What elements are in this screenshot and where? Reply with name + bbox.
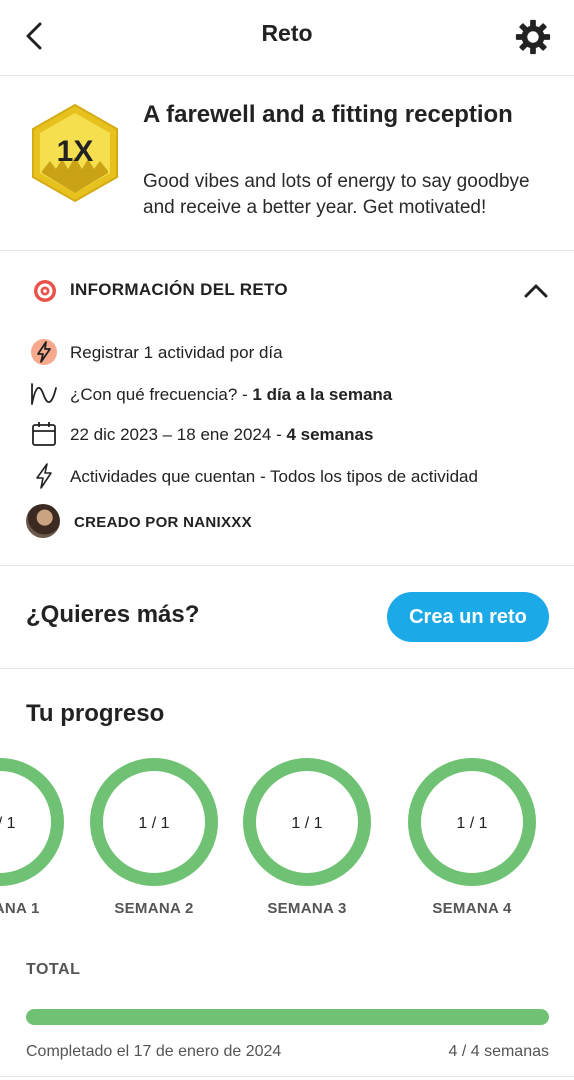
badge-label: 1X (57, 135, 94, 168)
creator-row[interactable]: CREADO POR NANIXXX (26, 504, 556, 538)
challenge-title: A farewell and a fitting reception (143, 101, 513, 128)
bolt-icon (36, 463, 52, 489)
page-title: Reto (261, 20, 313, 46)
chevron-up-icon[interactable] (521, 276, 551, 306)
info-row-bold: 1 día a la semana (252, 385, 393, 404)
challenge-header: 1X A farewell and a fitting reception Go… (0, 77, 574, 251)
week-value: 1 / 1 (291, 815, 323, 832)
info-row-text: ¿Con qué frecuencia? - (70, 385, 253, 404)
info-row-frequency: ¿Con qué frecuencia? - 1 día a la semana (26, 380, 556, 410)
week-progress-3: 1 / 1 SEMANA 3 (243, 758, 371, 918)
week-label: SEMANA 2 (114, 900, 194, 917)
challenge-info-section: INFORMACIÓN DEL RETO Registrar 1 activid… (0, 252, 574, 566)
creator-label: CREADO POR NANIXXX (74, 514, 252, 531)
info-row-activity: Registrar 1 actividad por día (26, 338, 556, 368)
week-label: SEMANA 4 (432, 900, 512, 917)
info-row-text: Actividades que cuentan - Todos los tipo… (70, 467, 478, 486)
bolt-circle-icon (31, 339, 57, 365)
info-row-activity-types: Actividades que cuentan - Todos los tipo… (26, 462, 556, 492)
week-ring: 1 / 1 (408, 758, 536, 886)
week-ring: 1 / 1 (243, 758, 371, 886)
wave-icon (31, 383, 57, 405)
week-value: 1 / 1 (0, 815, 16, 832)
weeks-count: 4 / 4 semanas (448, 1043, 550, 1060)
create-challenge-button[interactable]: Crea un reto (387, 592, 549, 642)
week-label: SEMANA 3 (267, 900, 347, 917)
gear-icon[interactable] (514, 18, 552, 56)
more-question: ¿Quieres más? (26, 601, 200, 628)
info-row-dates: 22 dic 2023 – 18 ene 2024 - 4 semanas (26, 420, 556, 450)
week-value: 1 / 1 (138, 815, 170, 832)
week-ring: 1 / 1 (0, 758, 64, 886)
create-challenge-section: ¿Quieres más? Crea un reto (0, 567, 574, 669)
challenge-badge-icon: 1X (32, 103, 118, 203)
week-progress-1: 1 / 1 SEMANA 1 (0, 758, 64, 918)
target-icon (34, 280, 56, 302)
info-heading: INFORMACIÓN DEL RETO (70, 280, 288, 299)
week-progress-4: 1 / 1 SEMANA 4 (408, 758, 536, 918)
top-bar: Reto (0, 0, 574, 76)
info-row-text: Registrar 1 actividad por día (70, 343, 283, 362)
info-section-header[interactable]: INFORMACIÓN DEL RETO (26, 274, 551, 306)
week-progress-2: 1 / 1 SEMANA 2 (90, 758, 218, 918)
total-label: TOTAL (26, 961, 81, 978)
progress-heading: Tu progreso (26, 700, 165, 727)
completed-date: Completado el 17 de enero de 2024 (26, 1043, 282, 1060)
week-value: 1 / 1 (456, 815, 488, 832)
divider (0, 1076, 574, 1077)
calendar-icon (32, 422, 56, 446)
info-row-text: 22 dic 2023 – 18 ene 2024 - (70, 425, 287, 444)
week-ring: 1 / 1 (90, 758, 218, 886)
info-row-bold: 4 semanas (286, 425, 374, 444)
challenge-description: Good vibes and lots of energy to say goo… (143, 171, 530, 218)
progress-section: Tu progreso 1 / 1 SEMANA 1 1 / 1 SEMANA … (0, 670, 574, 1080)
avatar[interactable] (26, 504, 60, 538)
total-progress-bar (26, 1009, 549, 1025)
total-progress-fill (26, 1009, 549, 1025)
